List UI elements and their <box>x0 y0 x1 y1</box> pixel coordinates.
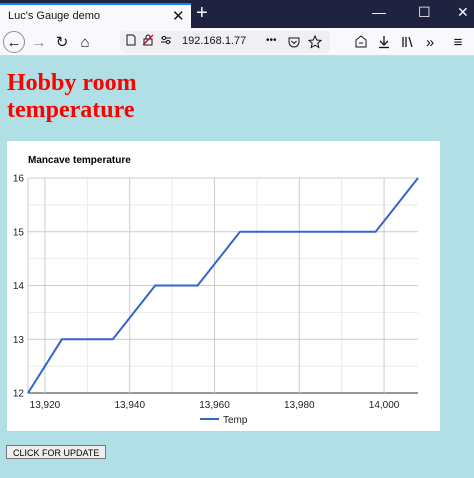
page-heading: Hobby room temperature <box>7 70 137 123</box>
app-menu-button[interactable]: ≡ <box>450 31 466 53</box>
url-bar[interactable]: 192.168.1.77 ••• <box>120 31 330 53</box>
tab-active[interactable]: Luc's Gauge demo ✕ <box>0 3 191 28</box>
overflow-menu-button[interactable]: » <box>422 31 438 53</box>
x-tick-label: 13,980 <box>284 400 315 411</box>
y-tick-label: 16 <box>13 174 25 185</box>
line-chart: 12 13 14 15 16 13,920 13,940 13,960 13,980 14,000… <box>13 174 419 426</box>
new-tab-button[interactable]: + <box>196 2 208 24</box>
x-tick-label: 13,920 <box>30 400 61 411</box>
reload-button[interactable]: ↻ <box>53 31 71 53</box>
chart-container: Mancave temperature 12 13 14 15 16 13,920 13,9… <box>7 141 440 431</box>
download-icon[interactable] <box>377 35 391 49</box>
pocket-icon[interactable] <box>288 36 300 48</box>
home-button[interactable]: ⌂ <box>76 31 94 53</box>
y-tick-label: 13 <box>13 335 25 346</box>
permissions-icon[interactable] <box>160 34 172 46</box>
update-button[interactable]: CLICK FOR UPDATE <box>6 445 107 459</box>
page-actions-icon[interactable]: ••• <box>266 35 277 46</box>
y-tick-label: 12 <box>13 389 25 400</box>
page-info-icon[interactable] <box>126 34 136 46</box>
y-tick-label: 14 <box>13 281 25 292</box>
save-to-pocket-icon[interactable] <box>354 35 368 49</box>
forward-button[interactable]: → <box>30 31 48 53</box>
x-tick-label: 13,960 <box>199 400 230 411</box>
minimize-button[interactable]: — <box>372 4 386 20</box>
library-icon[interactable] <box>401 35 415 49</box>
legend-label: Temp <box>223 415 248 426</box>
tab-close-icon[interactable]: ✕ <box>172 7 185 25</box>
url-text: 192.168.1.77 <box>182 35 247 47</box>
navigation-bar: ← → ↻ ⌂ 192.168.1.77 ••• » ≡ <box>0 28 474 56</box>
tab-title: Luc's Gauge demo <box>8 10 100 22</box>
x-tick-label: 14,000 <box>369 400 400 411</box>
tab-strip: Luc's Gauge demo ✕ + — ☐ ✕ <box>0 0 474 28</box>
close-window-button[interactable]: ✕ <box>457 4 469 20</box>
back-button[interactable]: ← <box>3 31 25 53</box>
bookmark-star-icon[interactable] <box>308 35 322 49</box>
x-tick-label: 13,940 <box>114 400 145 411</box>
maximize-button[interactable]: ☐ <box>418 4 431 20</box>
insecure-lock-icon[interactable] <box>142 34 154 46</box>
y-tick-label: 15 <box>13 227 25 238</box>
